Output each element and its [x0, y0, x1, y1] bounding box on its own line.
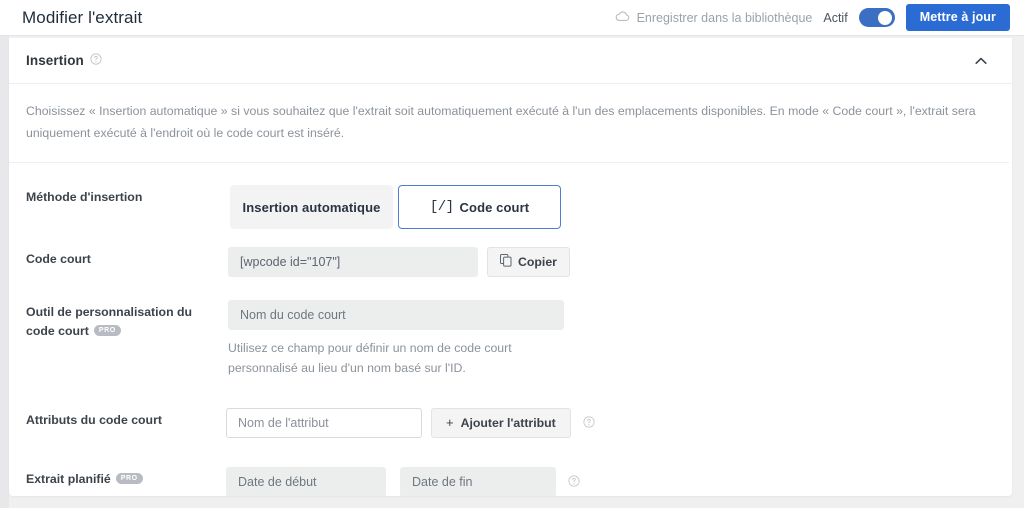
start-date-input[interactable] [226, 466, 386, 496]
custom-shortcode-row: Outil de personnalisation du code court P… [9, 300, 1012, 379]
top-header-bar: Modifier l'extrait Enregistrer dans la b… [0, 0, 1024, 36]
insertion-method-label: Méthode d'insertion [26, 190, 143, 205]
header-actions: Enregistrer dans la bibliothèque Actif M… [615, 3, 1010, 32]
add-attribute-label: Ajouter l'attribut [460, 415, 556, 430]
help-circle-icon[interactable] [90, 52, 102, 70]
code-brackets-icon: [/] [429, 199, 454, 216]
custom-shortcode-name-input[interactable] [228, 300, 564, 331]
left-rail [0, 36, 9, 508]
shortcode-attributes-label: Attributs du code court [26, 412, 162, 427]
pro-badge: PRO [93, 325, 121, 337]
save-to-library-label: Enregistrer dans la bibliothèque [636, 10, 813, 25]
cloud-icon [615, 11, 630, 25]
active-status-label: Actif [823, 10, 848, 25]
copy-shortcode-button[interactable]: Copier [487, 247, 570, 278]
chevron-up-icon [975, 57, 987, 64]
shortcode-attributes-row: Attributs du code court + Ajouter l'attr… [9, 407, 1012, 438]
collapse-panel-button[interactable] [970, 50, 992, 72]
panel-description: Choisissez « Insertion automatique » si … [9, 84, 1009, 164]
attribute-name-input[interactable] [226, 407, 422, 438]
page-title: Modifier l'extrait [22, 7, 143, 27]
attributes-help-icon[interactable] [583, 408, 595, 433]
panel-title: Insertion [26, 53, 84, 68]
custom-shortcode-hint: Utilisez ce champ pour définir un nom de… [228, 341, 512, 375]
toggle-knob [878, 10, 893, 25]
panel-body: Choisissez « Insertion automatique » si … [9, 84, 1012, 496]
copy-shortcode-label: Copier [518, 255, 557, 270]
method-shortcode-label: Code court [459, 199, 530, 215]
update-button[interactable]: Mettre à jour [905, 3, 1010, 32]
insertion-method-row: Méthode d'insertion Insertion automatiqu… [9, 185, 1012, 230]
end-date-input[interactable] [400, 466, 556, 496]
scheduled-help-icon[interactable] [568, 467, 580, 492]
pro-badge: PRO [115, 473, 143, 485]
plus-icon: + [446, 415, 454, 431]
shortcode-label: Code court [26, 252, 91, 267]
copy-icon [500, 254, 512, 270]
panel-header: Insertion [9, 38, 1012, 84]
scheduled-snippet-label: Extrait planifié PRO [26, 467, 219, 489]
add-attribute-button[interactable]: + Ajouter l'attribut [431, 407, 571, 438]
save-to-library-button[interactable]: Enregistrer dans la bibliothèque [615, 10, 813, 25]
method-auto-insert-button[interactable]: Insertion automatique [230, 185, 393, 230]
shortcode-row: Code court Copier [9, 247, 1012, 278]
app-screen: Modifier l'extrait Enregistrer dans la b… [0, 0, 1024, 508]
method-shortcode-button[interactable]: [/] Code court [398, 185, 561, 230]
method-auto-insert-label: Insertion automatique [242, 199, 381, 215]
shortcode-input[interactable] [228, 247, 478, 278]
active-toggle[interactable] [858, 8, 895, 27]
custom-shortcode-label: Outil de personnalisation du code court P… [26, 300, 219, 341]
scheduled-snippet-label-text: Extrait planifié [26, 471, 111, 486]
insertion-method-group: Insertion automatique [/] Code court [230, 185, 561, 230]
insertion-panel: Insertion Choisissez « Insertion automat… [9, 38, 1012, 496]
scheduled-snippet-row: Extrait planifié PRO [9, 466, 1012, 496]
